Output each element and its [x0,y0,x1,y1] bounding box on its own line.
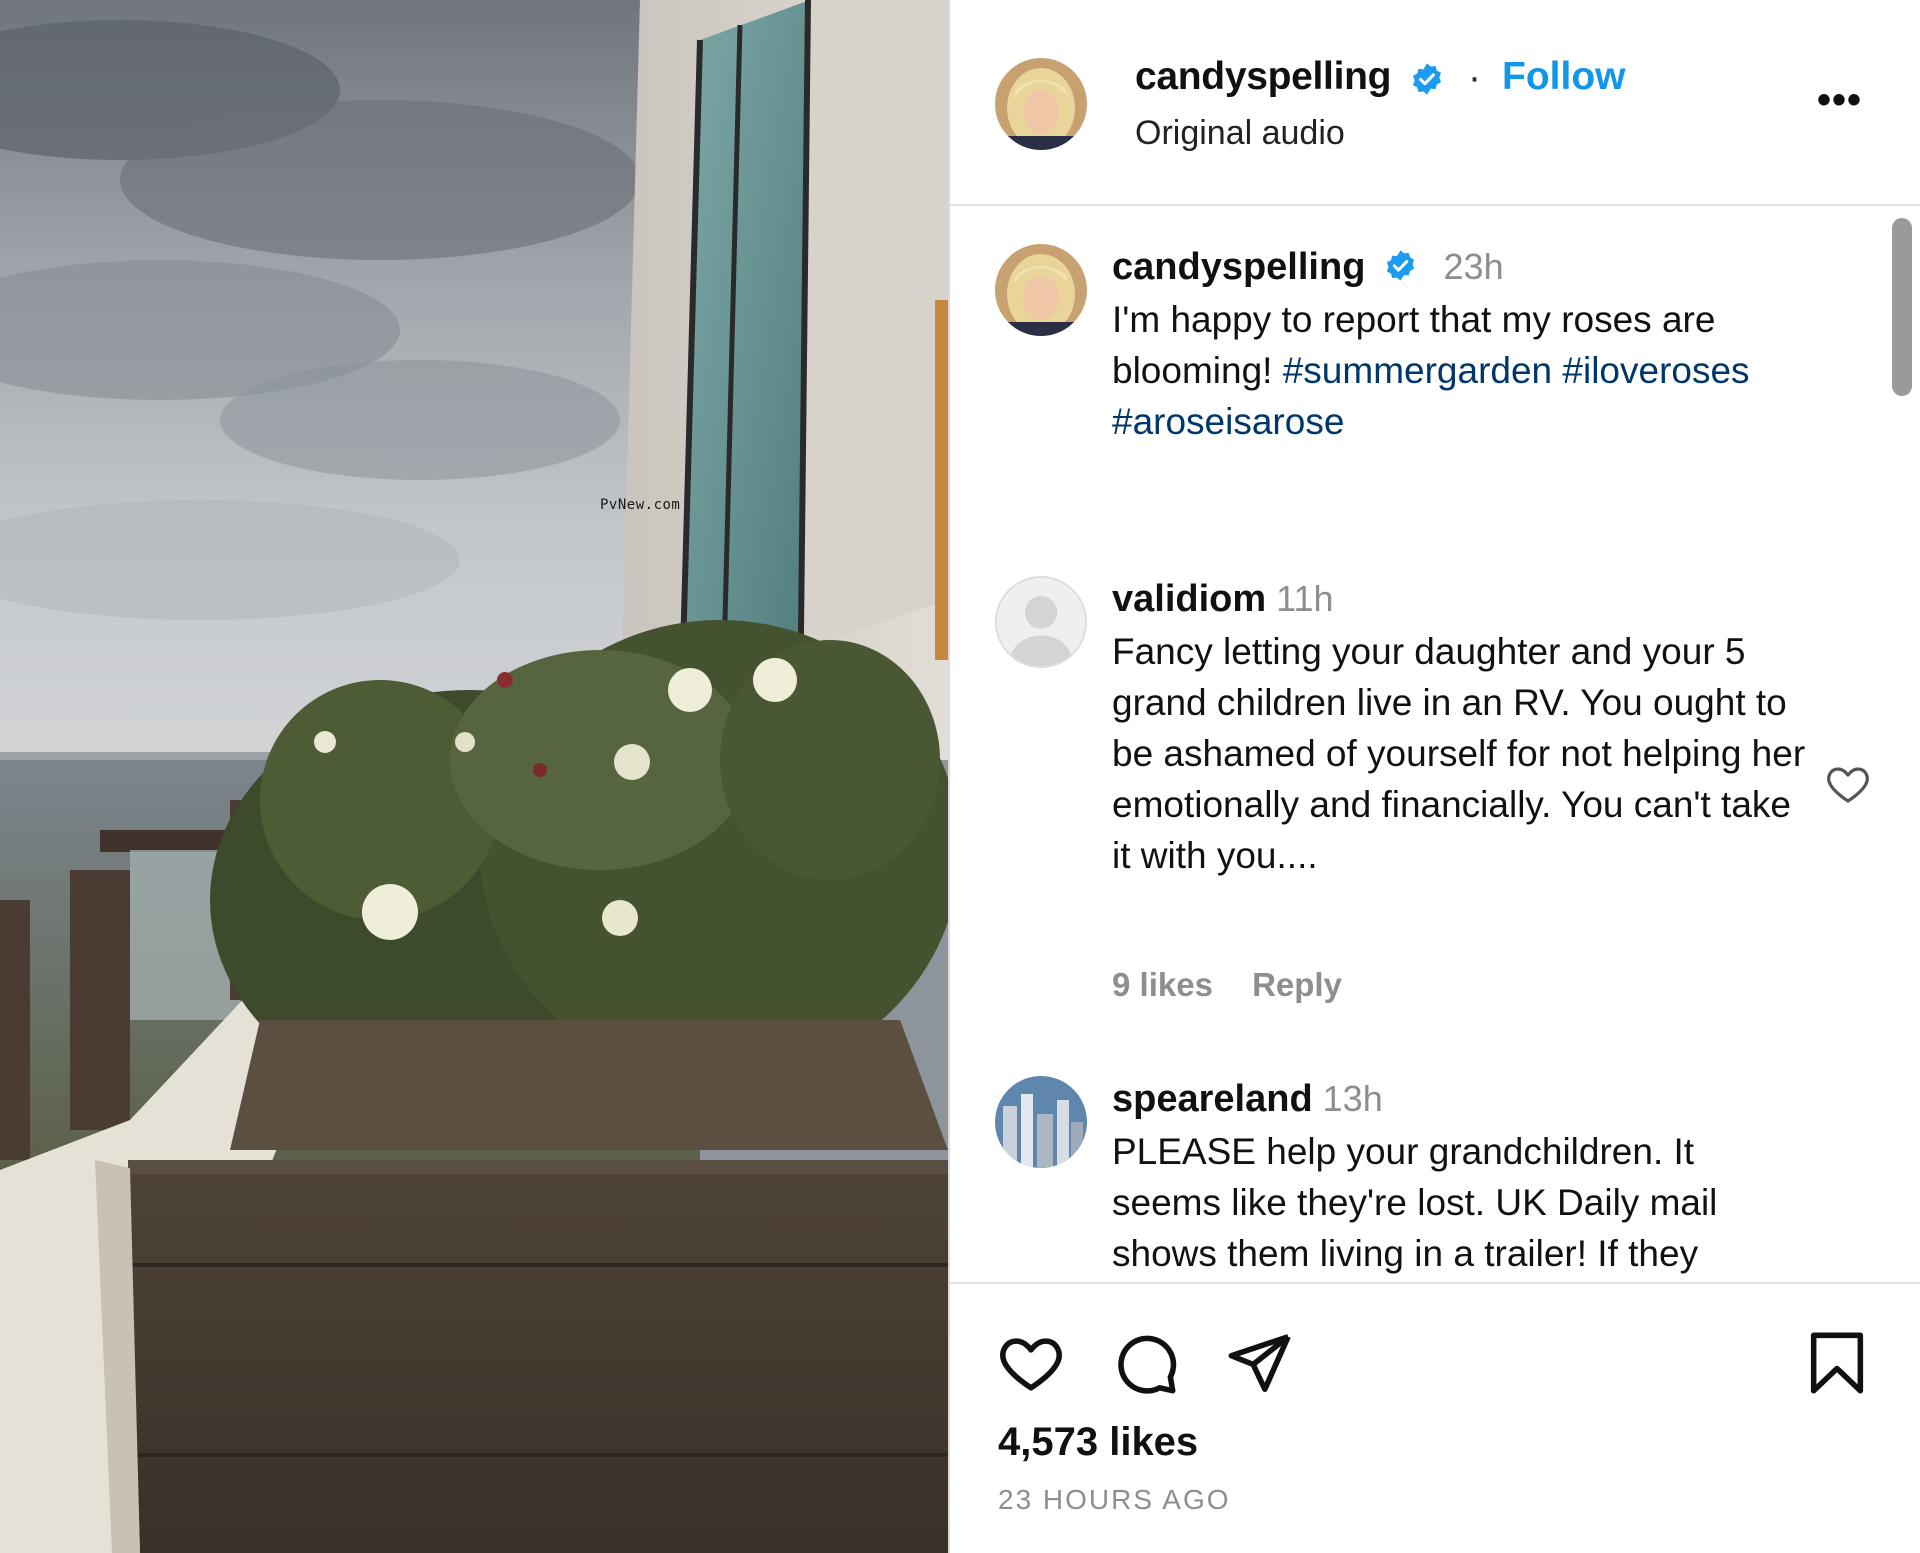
post-panel: candyspelling · Follow Original audio ••… [950,0,1920,1553]
comment-icon[interactable] [1110,1328,1180,1398]
watermark-text: PvNew.com [600,497,681,513]
share-icon[interactable] [1224,1328,1294,1398]
hashtag-link[interactable]: #iloveroses [1562,350,1749,391]
post-media[interactable]: PvNew.com [0,0,948,1553]
post-likes-count[interactable]: 4,573 likes [998,1420,1198,1465]
post-timestamp: 23 HOURS AGO [998,1484,1231,1515]
hashtag-link[interactable]: #summergarden [1283,350,1552,391]
comment-username[interactable]: validiom [1112,578,1266,620]
commenter-avatar[interactable] [995,576,1087,668]
comment-author: speareland 13h [1112,1078,1383,1121]
comments-section[interactable]: candyspelling 23h I'm happy to report th… [950,206,1920,1282]
separator-dot: · [1468,56,1481,99]
verified-badge-icon [1386,250,1415,282]
comments-scrollbar[interactable] [1892,218,1912,396]
comment-meta: 9 likes Reply [1112,966,1372,1004]
caption-author: candyspelling 23h [1112,246,1504,289]
comment-text: PLEASE help your grandchildren. It seems… [1112,1131,1718,1274]
heart-icon[interactable] [996,1328,1066,1398]
caption-time: 23h [1443,246,1504,287]
bookmark-icon[interactable] [1802,1328,1872,1398]
comment-username[interactable]: speareland [1112,1078,1313,1120]
commenter-avatar[interactable] [995,1076,1087,1168]
author-avatar[interactable] [995,58,1087,150]
caption-username[interactable]: candyspelling [1112,246,1365,288]
hashtag-link[interactable]: #aroseisarose [1112,401,1344,442]
comment-like-heart-icon[interactable] [1824,760,1872,808]
comment-text: Fancy letting your daughter and your 5 g… [1112,631,1806,876]
author-username[interactable]: candyspelling [1135,55,1391,99]
follow-button[interactable]: Follow [1502,55,1625,99]
post-actions-footer: 4,573 likes 23 HOURS AGO [950,1284,1920,1553]
comment-author: validiom 11h [1112,578,1334,621]
caption-text: I'm happy to report that my roses are bl… [1112,294,1872,447]
caption-author-avatar[interactable] [995,244,1087,336]
more-options-icon[interactable]: ••• [1817,78,1862,123]
comment-time: 13h [1322,1078,1383,1119]
comment-likes-count[interactable]: 9 likes [1112,966,1213,1003]
comment-time: 11h [1276,578,1334,619]
verified-badge-icon [1412,63,1442,95]
comment-reply-button[interactable]: Reply [1252,966,1342,1003]
original-audio-link[interactable]: Original audio [1135,114,1345,153]
post-header: candyspelling · Follow Original audio ••… [950,0,1920,204]
rooftop-garden-photo [0,0,948,1553]
